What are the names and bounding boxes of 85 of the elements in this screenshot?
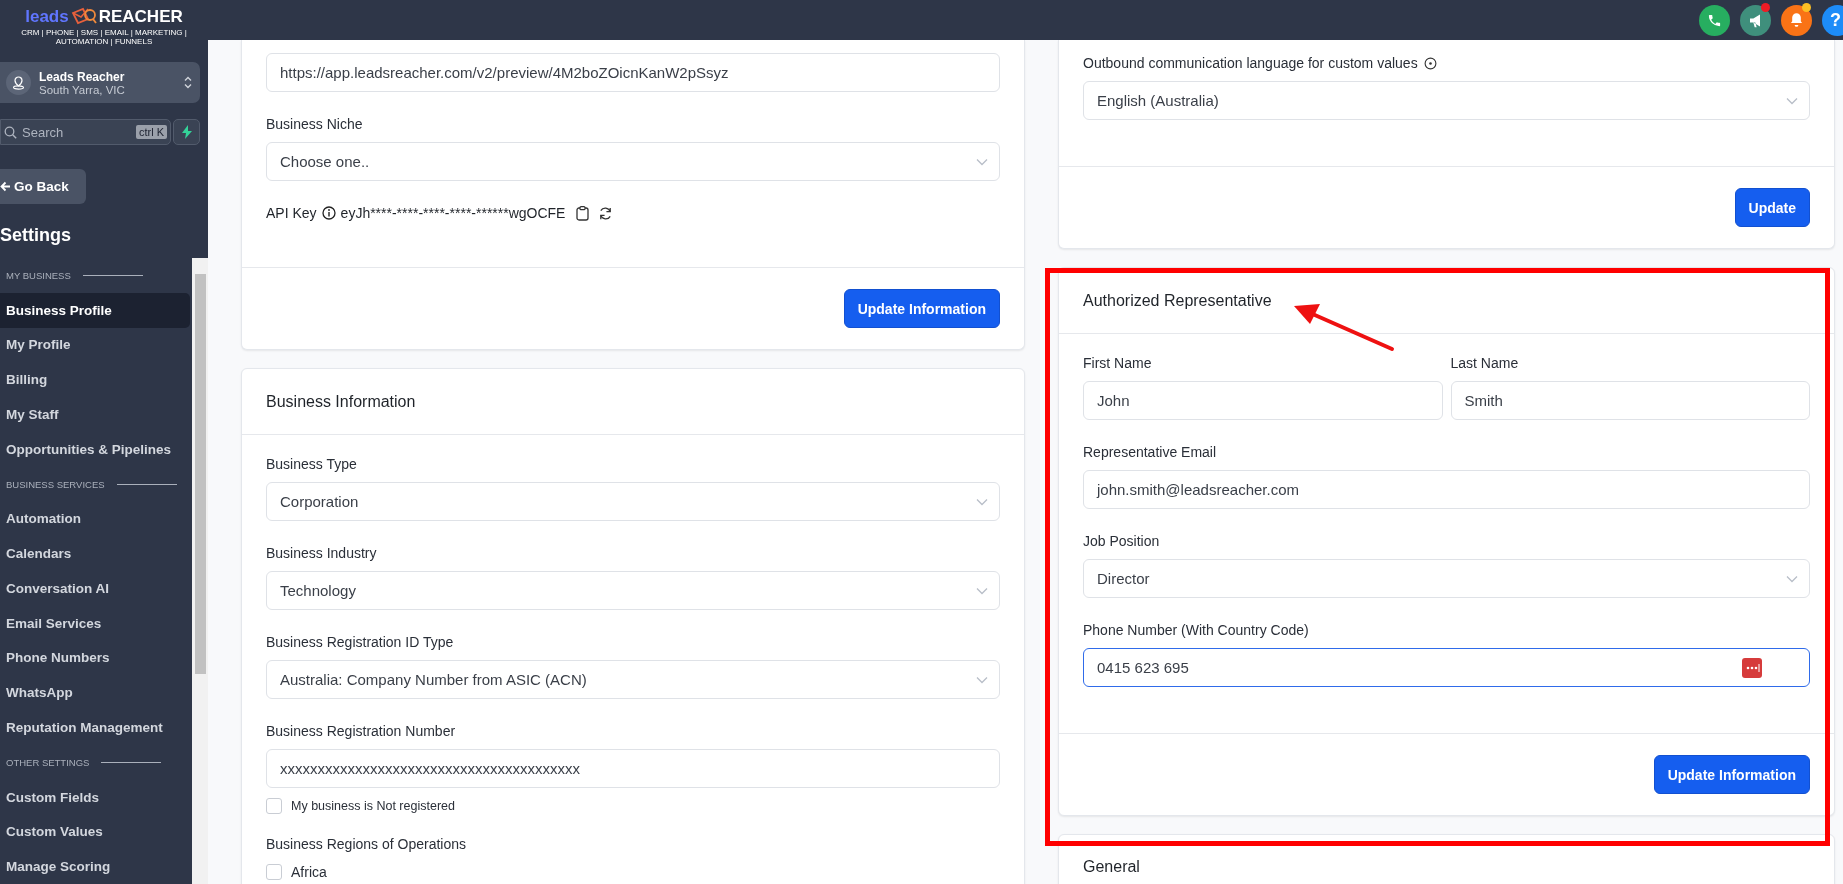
input-field[interactable]: John xyxy=(1083,381,1443,420)
sidebar-item[interactable]: Business Profile xyxy=(0,292,190,328)
bell-icon xyxy=(1789,12,1804,28)
quick-action-button[interactable] xyxy=(173,119,200,145)
update-button[interactable]: Update Information xyxy=(843,289,1000,328)
field-label: Phone Number (With Country Code) xyxy=(1083,621,1310,640)
sidebar-item[interactable]: Opportunities & Pipelines xyxy=(0,431,190,467)
input-field[interactable]: 0415 623 695 xyxy=(1083,648,1810,687)
section-heading: OTHER SETTINGS xyxy=(6,756,90,768)
field-label: Business Regions of Operations xyxy=(266,835,467,854)
logo-text: leads xyxy=(25,6,69,27)
sidebar-item[interactable]: My Profile xyxy=(0,327,190,363)
dots-icon[interactable] xyxy=(1742,657,1762,678)
sidebar-item[interactable]: My Staff xyxy=(0,397,190,432)
sidebar-item[interactable]: Calendars xyxy=(0,536,190,572)
field-label: Outbound communication language for custom values xyxy=(1083,54,1418,73)
card-title: General xyxy=(1083,858,1140,876)
sidebar-item[interactable]: Automation xyxy=(0,501,190,537)
bell-button[interactable] xyxy=(1781,4,1812,36)
updown-icon xyxy=(184,76,192,89)
chevron-icon xyxy=(1786,96,1798,105)
scrollbar[interactable] xyxy=(192,258,208,884)
section-heading: MY BUSINESS xyxy=(6,269,71,281)
sidebar-item[interactable]: WhatsApp xyxy=(0,675,190,711)
search-icon xyxy=(4,125,17,139)
shortcut-hint: ctrl K xyxy=(135,125,167,139)
sidebar-item[interactable]: Billing xyxy=(0,362,190,398)
field-label: Business Type xyxy=(266,455,357,474)
sidebar-item[interactable]: Email Services xyxy=(0,605,190,641)
checkbox[interactable] xyxy=(266,798,282,814)
field-label: First Name xyxy=(1083,354,1153,373)
checkbox[interactable] xyxy=(266,864,282,880)
sidebar-item[interactable]: Manage Scoring xyxy=(0,849,190,884)
phone-icon xyxy=(1707,12,1722,28)
sidebar-item[interactable]: Phone Numbers xyxy=(0,640,190,676)
input-field[interactable]: Smith xyxy=(1450,381,1810,420)
api-key-label: API Key xyxy=(266,205,317,221)
dropdown[interactable]: Corporation xyxy=(266,482,1000,521)
sidebar-item[interactable]: Custom Fields xyxy=(0,779,190,815)
card-title: Authorized Representative xyxy=(1083,291,1272,310)
input-field[interactable]: john.smith@leadsreacher.com xyxy=(1083,470,1810,509)
dropdown[interactable]: Director xyxy=(1083,559,1810,598)
field-label: Business Registration Number xyxy=(266,722,457,741)
checkbox-label: My business is Not registered xyxy=(291,799,455,813)
info-icon xyxy=(321,206,336,220)
chevron-icon xyxy=(976,497,988,506)
sidebar-item[interactable]: Custom Values xyxy=(0,814,190,850)
search-field[interactable]: Search ctrl K xyxy=(0,119,171,145)
dropdown[interactable]: Choose one.. xyxy=(266,142,1000,181)
sidebar-item[interactable]: Conversation AI xyxy=(0,571,190,606)
logo-tagline: CRM | PHONE | SMS | EMAIL | MARKETING | AUTOMATION | FUNNELS xyxy=(20,27,188,46)
field-label: Business Industry xyxy=(266,544,377,563)
input-field[interactable]: xxxxxxxxxxxxxxxxxxxxxxxxxxxxxxxxxxxxxxxx xyxy=(266,749,1000,788)
settings-title: Settings xyxy=(0,224,72,246)
sidebar-item[interactable]: Reputation Management xyxy=(0,710,190,745)
field-label: Business Registration ID Type xyxy=(266,633,454,652)
bolt-icon xyxy=(181,125,192,139)
chevron-icon xyxy=(976,586,988,595)
refresh-icon[interactable] xyxy=(598,205,614,221)
logo-text: REACHER xyxy=(98,6,183,27)
field-label: Last Name xyxy=(1450,354,1520,373)
megaphone-button[interactable] xyxy=(1740,4,1771,36)
field-label: Job Position xyxy=(1083,532,1160,551)
back-button[interactable]: Go Back xyxy=(0,169,86,204)
api-key-value: eyJh****-****-****-****-******wgOCFE xyxy=(340,205,566,221)
update-button[interactable]: Update Information xyxy=(1653,755,1810,794)
update-button[interactable]: Update xyxy=(1734,188,1810,227)
location-icon xyxy=(12,75,25,90)
field-label: Business Niche xyxy=(266,115,363,134)
arrow-left-icon xyxy=(0,181,11,192)
section-heading: BUSINESS SERVICES xyxy=(6,478,105,490)
dropdown[interactable]: Technology xyxy=(266,571,1000,610)
clipboard-icon[interactable] xyxy=(576,205,590,221)
account-switcher[interactable]: Leads Reacher South Yarra, VIC xyxy=(0,62,200,103)
chevron-icon xyxy=(1786,574,1798,583)
input-field[interactable]: https://app.leadsreacher.com/v2/preview/4M2boZOicnKanW2pSsyz xyxy=(266,53,1000,92)
checkbox-label: Africa xyxy=(291,864,327,880)
dropdown[interactable]: Australia: Company Number from ASIC (ACN) xyxy=(266,660,1000,699)
dropdown[interactable]: English (Australia) xyxy=(1083,81,1810,120)
logo-icon xyxy=(70,6,97,27)
field-label: Representative Email xyxy=(1083,443,1218,462)
card-title: Business Information xyxy=(266,392,416,411)
chevron-icon xyxy=(976,675,988,684)
phone-button[interactable] xyxy=(1699,4,1730,36)
chevron-icon xyxy=(976,157,988,166)
